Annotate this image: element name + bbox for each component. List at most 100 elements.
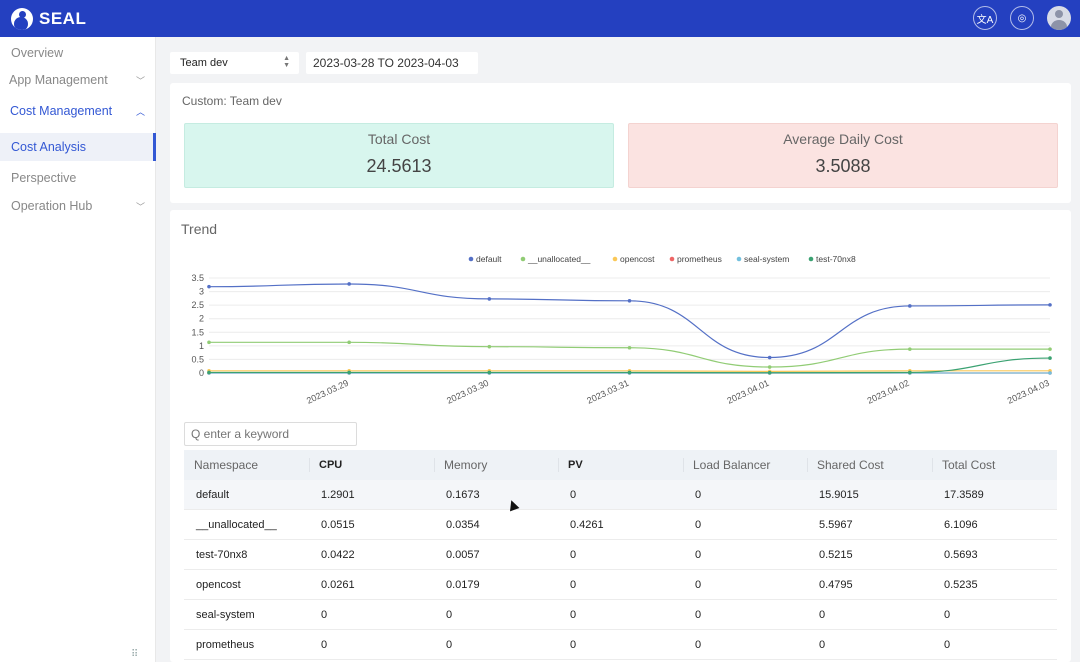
table-cell: seal-system [196,608,255,621]
table-row[interactable]: default 1.2901 0.1673 0 0 15.9015 17.3589 [184,480,1057,510]
team-select[interactable]: Team dev ▲ ▼ [170,52,299,74]
column-header-pv[interactable]: PV [558,450,683,480]
legend-marker-test-70nx8 [808,256,814,262]
series-point-test-70nx8 [908,370,912,375]
column-header-total-cost[interactable]: Total Cost [932,450,1057,480]
series-point-test-70nx8 [207,370,211,375]
sidebar-item-label: Perspective [11,171,77,185]
sidebar-item-perspective[interactable]: Perspective [0,165,156,191]
legend-label-opencost: opencost [620,254,655,264]
column-header-load-balancer[interactable]: Load Balancer [683,450,807,480]
table-cell: 0 [570,578,577,591]
table-cell: 0 [695,608,702,621]
table-cell: 0.0057 [446,548,480,561]
series-point-__unallocated__ [487,344,492,349]
table-cell: test-70nx8 [196,548,248,561]
y-tick-label: 3.5 [191,273,204,283]
series-point-test-70nx8 [487,370,492,375]
table-cell: 0.0515 [321,518,355,531]
series-point-default [767,355,772,360]
table-cell: 0 [695,638,702,651]
table-row[interactable]: opencost 0.0261 0.0179 0 0 0.4795 0.5235 [184,570,1057,600]
select-arrows-icon: ▲ ▼ [283,55,290,69]
average-daily-cost-card: Average Daily Cost 3.5088 [628,123,1058,188]
table-cell: prometheus [196,638,255,651]
table-cell: 0.0354 [446,518,480,531]
table-row[interactable]: prometheus 0 0 0 0 0 0 [184,630,1057,660]
table-cell: 0.5235 [944,578,978,591]
table-cell: 0 [570,548,577,561]
table-cell: 0.0261 [321,578,355,591]
brand-logo[interactable]: SEAL [11,7,87,30]
collapse-sidebar-icon[interactable]: ⠿ [131,649,138,660]
chevron-up-icon: ︿ [135,106,145,117]
legend-label-__unallocated__: __unallocated__ [527,254,591,264]
table-cell: 0 [321,638,328,651]
table-cell: 0 [570,608,577,621]
table-cell: 0 [321,608,328,621]
brand-name: SEAL [39,8,87,28]
sidebar-item-operation-hub[interactable]: Operation Hub ﹀ [0,193,156,219]
total-cost-label: Total Cost [367,131,431,147]
sidebar-item-label: Overview [11,46,64,60]
column-header-namespace[interactable]: Namespace [184,450,309,480]
series-point-seal-system [1048,371,1052,375]
series-point-default [1048,303,1052,307]
legend-label-default: default [476,254,502,264]
keyword-search-input[interactable] [184,422,357,446]
sidebar-item-label: App Management [9,73,108,87]
table-row[interactable]: test-70nx8 0.0422 0.0057 0 0 0.5215 0.5693 [184,540,1057,570]
cost-table: Namespace CPU Memory PV Load Balancer Shared … [184,450,1057,660]
series-point-__unallocated__ [908,347,912,351]
legend-marker-default [468,256,474,262]
y-tick-label: 1 [199,341,204,351]
sidebar-item-cost-management[interactable]: Cost Management ︿ [0,98,156,124]
table-cell: 1.2901 [321,488,355,501]
average-daily-cost-value: 3.5088 [815,156,871,176]
y-tick-label: 0 [199,368,204,378]
average-daily-cost-label: Average Daily Cost [783,131,903,147]
header-actions: 文A ◎ [973,6,1071,30]
chevron-down-icon: ﹀ [135,201,145,212]
date-range-picker[interactable]: 2023-03-28 TO 2023-04-03 [306,52,478,74]
sidebar-item-app-management[interactable]: App Management ﹀ [0,67,156,93]
summary-card: Custom: Team dev Total Cost 24.5613 Aver… [170,83,1071,203]
table-cell: 0 [944,608,951,621]
settings-icon[interactable]: ◎ [1010,6,1034,30]
table-cell: 6.1096 [944,518,978,531]
column-header-shared-cost[interactable]: Shared Cost [807,450,932,480]
sidebar-item-overview[interactable]: Overview [0,40,156,66]
table-cell: 0 [819,638,826,651]
user-avatar[interactable] [1047,6,1071,30]
summary-title: Custom: Team dev [182,94,282,108]
sidebar-item-label: Operation Hub [11,199,93,213]
table-body: default 1.2901 0.1673 0 0 15.9015 17.3589 __una… [184,480,1057,660]
table-cell: __unallocated__ [196,518,277,531]
column-header-cpu[interactable]: CPU [309,450,434,480]
trend-card: Trend 0 0.5 1 1.5 2 2.5 3 3.5 2023.03.29 2023.03.… [170,210,1071,662]
sidebar-item-label: Cost Management [10,104,113,118]
table-cell: 0.4795 [819,578,853,591]
table-cell: 0 [695,518,702,531]
table-cell: 0 [570,638,577,651]
column-header-memory[interactable]: Memory [434,450,558,480]
x-tick-label: 2023.03.29 [305,378,350,406]
x-tick-label: 2023.04.01 [725,378,770,406]
total-cost-card: Total Cost 24.5613 [184,123,614,188]
series-point-__unallocated__ [207,340,211,345]
translate-icon[interactable]: 文A [973,6,997,30]
x-tick-label: 2023.03.30 [445,378,490,406]
table-row[interactable]: __unallocated__ 0.0515 0.0354 0.4261 0 5.5967… [184,510,1057,540]
table-cell: 0.5215 [819,548,853,561]
table-cell: 0 [446,638,453,651]
sidebar-item-cost-analysis[interactable]: Cost Analysis [0,133,156,161]
x-tick-label: 2023.04.03 [1006,378,1051,406]
series-point-default [627,299,632,303]
legend-label-test-70nx8: test-70nx8 [816,254,856,264]
legend-marker-__unallocated__ [520,256,526,262]
table-row[interactable]: seal-system 0 0 0 0 0 0 [184,600,1057,630]
series-point-default [487,297,492,301]
team-select-value: Team dev [180,57,228,69]
table-cell: 0 [570,488,577,501]
legend-label-prometheus: prometheus [677,254,722,264]
